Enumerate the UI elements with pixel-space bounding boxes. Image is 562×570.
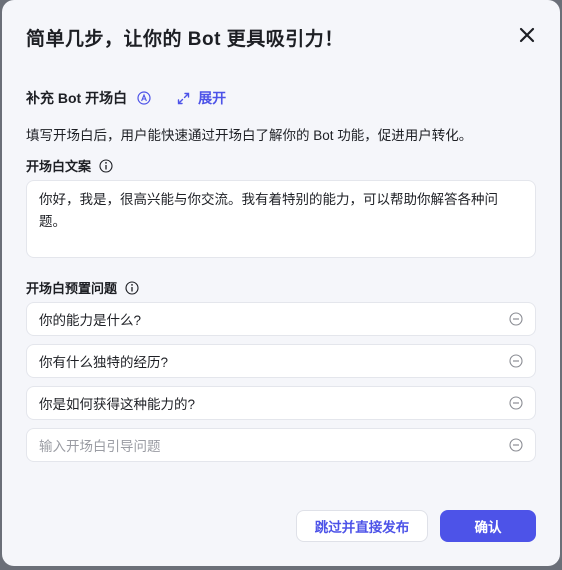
opening-label: 开场白文案 (26, 159, 92, 174)
skip-publish-button[interactable]: 跳过并直接发布 (296, 510, 428, 542)
dialog-title: 简单几步，让你的 Bot 更具吸引力！ (26, 29, 344, 50)
close-icon[interactable] (518, 26, 536, 44)
preset-question-item[interactable]: 你有什么独特的经历? (26, 344, 536, 378)
section-description: 填写开场白后，用户能快速通过开场白了解你的 Bot 功能，促进用户转化。 (26, 128, 473, 143)
section-title: 补充 Bot 开场白 (26, 90, 128, 106)
preset-label-row: 开场白预置问题 (26, 278, 139, 297)
section-header: 补充 Bot 开场白 展开 (26, 88, 226, 108)
opening-label-row: 开场白文案 (26, 156, 113, 175)
preset-question-text: 你的能力是什么? (39, 313, 142, 328)
preset-question-text: 你是如何获得这种能力的? (39, 397, 196, 412)
expand-icon (177, 92, 190, 104)
question-input-placeholder: 输入开场白引导问题 (39, 439, 161, 454)
expand-button[interactable]: 展开 (177, 88, 226, 108)
preset-question-item[interactable]: 你的能力是什么? (26, 302, 536, 336)
remove-circle-icon[interactable] (509, 312, 523, 326)
expand-label: 展开 (198, 90, 227, 106)
info-icon[interactable] (99, 158, 113, 173)
preset-label: 开场白预置问题 (26, 281, 118, 296)
remove-circle-icon[interactable] (509, 354, 523, 368)
onboarding-dialog: 简单几步，让你的 Bot 更具吸引力！ 补充 Bot 开场白 展开 填写开场白后… (2, 0, 560, 566)
remove-circle-icon[interactable] (509, 438, 523, 452)
info-icon[interactable] (125, 280, 139, 295)
ai-generate-icon[interactable] (137, 91, 151, 105)
confirm-button[interactable]: 确认 (440, 510, 536, 542)
preset-question-text: 你有什么独特的经历? (39, 355, 169, 370)
preset-question-input[interactable]: 输入开场白引导问题 (26, 428, 536, 462)
remove-circle-icon[interactable] (509, 396, 523, 410)
preset-question-item[interactable]: 你是如何获得这种能力的? (26, 386, 536, 420)
opening-text-field[interactable]: 你好，我是，很高兴能与你交流。我有着特别的能力，可以帮助你解答各种问题。 (26, 180, 536, 258)
